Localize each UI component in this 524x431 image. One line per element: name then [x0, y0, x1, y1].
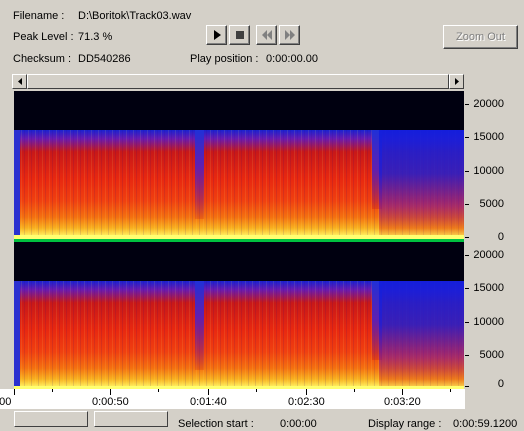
checksum-value: DD540286 [78, 53, 131, 65]
spectrogram-channel-2[interactable] [14, 242, 464, 390]
y-tick-label: 5000 [479, 198, 504, 210]
spectrum-edge [14, 281, 20, 390]
time-tick [450, 389, 451, 392]
arrow-right-icon [454, 78, 459, 85]
stop-button[interactable] [229, 25, 250, 45]
y-tick-mark [465, 137, 469, 138]
time-tick [306, 389, 307, 395]
fast-forward-button[interactable] [279, 25, 300, 45]
y-tick-mark [465, 237, 469, 238]
time-label: 0:03:20 [384, 396, 421, 408]
play-button[interactable] [206, 25, 227, 45]
play-position-value: 0:00:00.00 [266, 53, 318, 65]
y-tick-label: 15000 [473, 282, 504, 294]
time-tick [52, 389, 53, 392]
time-label: 0:00 [0, 396, 12, 408]
y-tick-mark [465, 255, 469, 256]
y-tick-mark [465, 355, 469, 356]
y-tick-label: 0 [497, 378, 504, 390]
spectrum-quiet-zone [379, 130, 464, 239]
y-tick-label: 10000 [473, 316, 504, 328]
time-tick [14, 389, 15, 395]
bottom-button-2[interactable] [94, 411, 168, 427]
y-tick-label: 10000 [473, 165, 504, 177]
y-tick-label: 20000 [473, 249, 504, 261]
spectrum-dip [195, 281, 204, 370]
display-range-value: 0:00:59.1200 [453, 418, 518, 430]
arrow-left-icon [17, 78, 22, 85]
spectrum-quiet-zone [379, 281, 464, 390]
selection-start-label: Selection start : [178, 418, 254, 430]
y-tick-label: 5000 [479, 349, 504, 361]
horizontal-scrollbar[interactable] [12, 74, 464, 89]
spectrogram-channel-1[interactable] [14, 91, 464, 239]
time-tick [354, 389, 355, 392]
display-range-label: Display range : [368, 418, 442, 430]
status-bar: Selection start : 0:00:00 Display range … [0, 410, 524, 430]
peak-level-label: Peak Level : [13, 31, 74, 43]
selection-start-value: 0:00:00 [280, 418, 317, 430]
time-tick [208, 389, 209, 395]
fast-forward-icon [284, 30, 295, 40]
filename-value: D:\Boritok\Track03.wav [78, 10, 192, 22]
time-tick [158, 389, 159, 392]
zoom-out-button[interactable]: Zoom Out [443, 25, 518, 49]
y-tick-mark [465, 204, 469, 205]
y-tick-mark [465, 104, 469, 105]
rewind-button[interactable] [256, 25, 277, 45]
y-tick-mark [465, 386, 469, 387]
play-position-label: Play position : [190, 53, 259, 65]
spectrum-dip [195, 130, 204, 219]
y-tick-mark [465, 322, 469, 323]
time-label: 0:01:40 [190, 396, 227, 408]
y-tick-mark [465, 171, 469, 172]
checksum-label: Checksum : [13, 53, 72, 65]
y-tick-label: 15000 [473, 131, 504, 143]
scroll-right-button[interactable] [449, 74, 464, 89]
spectrum-edge [14, 130, 20, 239]
y-tick-mark [465, 288, 469, 289]
play-icon [213, 30, 221, 40]
peak-level-value: 71.3 % [78, 31, 113, 43]
frequency-axis-channel-2: 20000 15000 10000 5000 0 [465, 242, 524, 390]
y-tick-label: 20000 [473, 98, 504, 110]
time-tick [402, 389, 403, 395]
time-label: 0:00:50 [92, 396, 129, 408]
bottom-button-1[interactable] [14, 411, 88, 427]
stop-icon [235, 31, 244, 39]
scroll-left-button[interactable] [12, 74, 27, 89]
time-tick [256, 389, 257, 392]
time-ruler[interactable]: 0:00 0:00:50 0:01:40 0:02:30 0:03:20 [0, 389, 465, 409]
time-label: 0:02:30 [288, 396, 325, 408]
time-tick [110, 389, 111, 395]
frequency-axis-channel-1: 20000 15000 10000 5000 0 [465, 91, 524, 243]
filename-label: Filename : [13, 10, 65, 22]
scrollbar-thumb[interactable] [27, 74, 449, 89]
rewind-icon [261, 30, 272, 40]
